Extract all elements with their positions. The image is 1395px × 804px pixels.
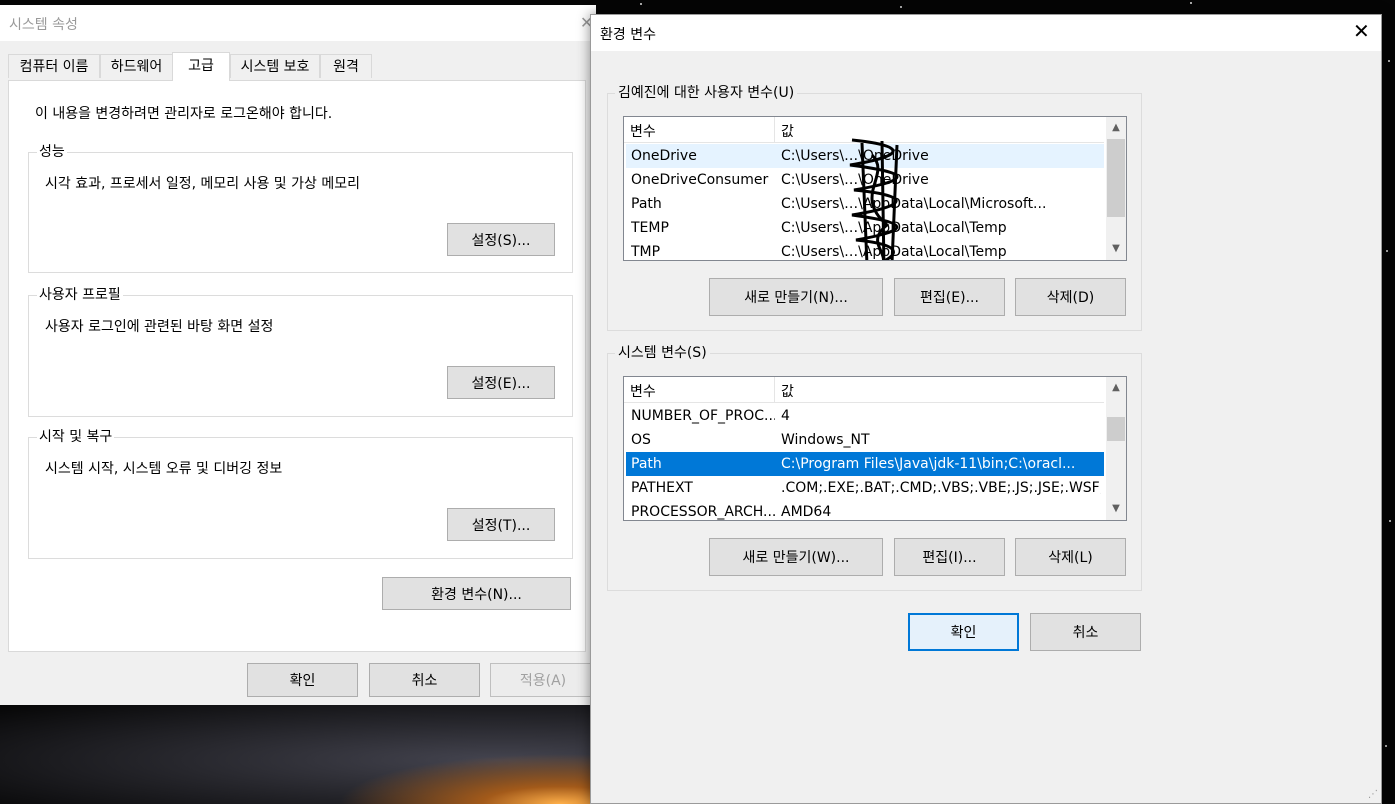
variable-value: 4 bbox=[781, 408, 790, 424]
tab-remote[interactable]: 원격 bbox=[320, 54, 372, 78]
cancel-button[interactable]: 취소 bbox=[1030, 613, 1141, 651]
list-item[interactable]: Path C:\Users\…\AppData\Local\Microsoft.… bbox=[626, 192, 1104, 216]
system-delete-button[interactable]: 삭제(L) bbox=[1015, 538, 1126, 576]
column-separator[interactable] bbox=[774, 117, 775, 142]
user-variables-legend: 김예진에 대한 사용자 변수(U) bbox=[615, 84, 798, 102]
list-item[interactable]: TMP C:\Users\…\AppData\Local\Temp bbox=[626, 240, 1104, 260]
performance-desc: 시각 효과, 프로세서 일정, 메모리 사용 및 가상 메모리 bbox=[45, 176, 360, 192]
variable-name: PROCESSOR_ARCH... bbox=[631, 504, 775, 520]
scroll-thumb[interactable] bbox=[1107, 417, 1125, 441]
variable-value: C:\Program Files\Java\jdk-11\bin;C:\orac… bbox=[781, 456, 1076, 472]
scroll-up-arrow-icon[interactable]: ▲ bbox=[1106, 379, 1126, 397]
tab-computer-name[interactable]: 컴퓨터 이름 bbox=[8, 54, 100, 78]
user-profiles-legend: 사용자 프로필 bbox=[37, 286, 123, 304]
system-variables-group: 시스템 변수(S) 변수 값 NUMBER_OF_PROC... 4 OS Wi… bbox=[607, 344, 1142, 591]
advanced-tab-panel: 이 내용을 변경하려면 관리자로 로그온해야 합니다. 성능 시각 효과, 프로… bbox=[8, 80, 586, 652]
environment-variables-button[interactable]: 환경 변수(N)... bbox=[382, 577, 571, 610]
user-variables-group: 김예진에 대한 사용자 변수(U) 변수 값 OneDrive C:\Users… bbox=[607, 84, 1142, 331]
variable-value: C:\Users\…\AppData\Local\Temp bbox=[781, 244, 1007, 260]
user-profiles-group: 사용자 프로필 사용자 로그인에 관련된 바탕 화면 설정 설정(E)... bbox=[28, 286, 573, 417]
variable-name: OneDrive bbox=[631, 148, 697, 164]
list-header: 변수 값 bbox=[624, 377, 1104, 403]
variable-name: Path bbox=[631, 456, 662, 472]
admin-note: 이 내용을 변경하려면 관리자로 로그온해야 합니다. bbox=[35, 106, 333, 122]
list-item[interactable]: OS Windows_NT bbox=[626, 428, 1104, 452]
user-new-button[interactable]: 새로 만들기(N)... bbox=[709, 278, 883, 316]
tab-advanced[interactable]: 고급 bbox=[172, 52, 230, 81]
scroll-thumb[interactable] bbox=[1107, 139, 1125, 217]
variable-value: C:\Users\…\OneDrive bbox=[781, 148, 929, 164]
system-edit-button[interactable]: 편집(I)... bbox=[894, 538, 1005, 576]
performance-group: 성능 시각 효과, 프로세서 일정, 메모리 사용 및 가상 메모리 설정(S)… bbox=[28, 143, 573, 273]
list-item[interactable]: OneDriveConsumer C:\Users\…\OneDrive bbox=[626, 168, 1104, 192]
variable-name: TEMP bbox=[631, 220, 669, 236]
star bbox=[1190, 2, 1192, 4]
star bbox=[900, 6, 902, 8]
apply-button[interactable]: 적용(A) bbox=[490, 663, 596, 697]
column-header-variable[interactable]: 변수 bbox=[630, 381, 656, 401]
list-item[interactable]: TEMP C:\Users\…\AppData\Local\Temp bbox=[626, 216, 1104, 240]
list-item[interactable]: PATHEXT .COM;.EXE;.BAT;.CMD;.VBS;.VBE;.J… bbox=[626, 476, 1104, 500]
variable-name: PATHEXT bbox=[631, 480, 693, 496]
title-bar[interactable]: 시스템 속성 ✕ bbox=[0, 5, 596, 41]
star bbox=[1388, 60, 1390, 62]
star bbox=[1389, 520, 1391, 522]
variable-value: .COM;.EXE;.BAT;.CMD;.VBS;.VBE;.JS;.JSE;.… bbox=[781, 480, 1101, 496]
user-profiles-desc: 사용자 로그인에 관련된 바탕 화면 설정 bbox=[45, 319, 274, 335]
list-item[interactable]: OneDrive C:\Users\…\OneDrive bbox=[626, 144, 1104, 168]
list-item[interactable]: PROCESSOR_ARCH... AMD64 bbox=[626, 500, 1104, 520]
column-header-value[interactable]: 값 bbox=[781, 381, 794, 401]
startup-recovery-group: 시작 및 복구 시스템 시작, 시스템 오류 및 디버깅 정보 설정(T)... bbox=[28, 428, 573, 559]
vertical-scrollbar[interactable]: ▲ ▼ bbox=[1106, 117, 1126, 260]
variable-value: C:\Users\…\AppData\Local\Temp bbox=[781, 220, 1007, 236]
environment-variables-dialog: 환경 변수 ✕ 김예진에 대한 사용자 변수(U) 변수 값 OneDrive … bbox=[590, 14, 1382, 804]
star bbox=[1386, 250, 1388, 252]
column-header-variable[interactable]: 변수 bbox=[630, 121, 656, 141]
user-delete-button[interactable]: 삭제(D) bbox=[1015, 278, 1126, 316]
user-edit-button[interactable]: 편집(E)... bbox=[894, 278, 1005, 316]
close-icon[interactable]: ✕ bbox=[1353, 19, 1370, 43]
startup-recovery-settings-button[interactable]: 설정(T)... bbox=[447, 508, 555, 541]
system-variables-legend: 시스템 변수(S) bbox=[615, 344, 710, 362]
user-variables-list[interactable]: 변수 값 OneDrive C:\Users\…\OneDrive OneDri… bbox=[623, 116, 1127, 261]
list-header: 변수 값 bbox=[624, 117, 1104, 143]
title-bar[interactable]: 환경 변수 ✕ bbox=[591, 15, 1381, 51]
system-properties-window: 시스템 속성 ✕ 컴퓨터 이름 하드웨어 고급 시스템 보호 원격 이 내용을 … bbox=[0, 5, 596, 705]
startup-recovery-desc: 시스템 시작, 시스템 오류 및 디버깅 정보 bbox=[45, 461, 283, 477]
variable-value: AMD64 bbox=[781, 504, 832, 520]
tab-system-protection[interactable]: 시스템 보호 bbox=[230, 54, 320, 78]
tab-hardware[interactable]: 하드웨어 bbox=[100, 54, 173, 78]
column-header-value[interactable]: 값 bbox=[781, 121, 794, 141]
scroll-down-arrow-icon[interactable]: ▼ bbox=[1106, 240, 1126, 258]
vertical-scrollbar[interactable]: ▲ ▼ bbox=[1106, 377, 1126, 520]
variable-value: C:\Users\…\OneDrive bbox=[781, 172, 929, 188]
variable-value: Windows_NT bbox=[781, 432, 870, 448]
variable-name: OS bbox=[631, 432, 651, 448]
variable-name: TMP bbox=[631, 244, 661, 260]
ok-button[interactable]: 확인 bbox=[247, 663, 358, 697]
window-title: 시스템 속성 bbox=[9, 17, 78, 33]
startup-recovery-legend: 시작 및 복구 bbox=[37, 428, 115, 446]
variable-value: C:\Users\…\AppData\Local\Microsoft... bbox=[781, 196, 1047, 212]
resize-grip-icon[interactable]: ⋰ bbox=[1368, 789, 1378, 800]
user-profiles-settings-button[interactable]: 설정(E)... bbox=[447, 366, 555, 399]
system-variables-list[interactable]: 변수 값 NUMBER_OF_PROC... 4 OS Windows_NT P… bbox=[623, 376, 1127, 521]
list-item[interactable]: NUMBER_OF_PROC... 4 bbox=[626, 404, 1104, 428]
performance-settings-button[interactable]: 설정(S)... bbox=[447, 223, 555, 256]
scroll-down-arrow-icon[interactable]: ▼ bbox=[1106, 500, 1126, 518]
dialog-title: 환경 변수 bbox=[600, 27, 656, 43]
ok-button[interactable]: 확인 bbox=[908, 613, 1019, 651]
star bbox=[1385, 745, 1387, 747]
variable-name: Path bbox=[631, 196, 662, 212]
system-new-button[interactable]: 새로 만들기(W)... bbox=[709, 538, 883, 576]
variable-name: OneDriveConsumer bbox=[631, 172, 769, 188]
star bbox=[640, 3, 642, 5]
scroll-up-arrow-icon[interactable]: ▲ bbox=[1106, 119, 1126, 137]
cancel-button[interactable]: 취소 bbox=[369, 663, 480, 697]
column-separator[interactable] bbox=[774, 377, 775, 402]
list-item-selected[interactable]: Path C:\Program Files\Java\jdk-11\bin;C:… bbox=[626, 452, 1104, 476]
performance-legend: 성능 bbox=[37, 143, 67, 161]
variable-name: NUMBER_OF_PROC... bbox=[631, 408, 775, 424]
